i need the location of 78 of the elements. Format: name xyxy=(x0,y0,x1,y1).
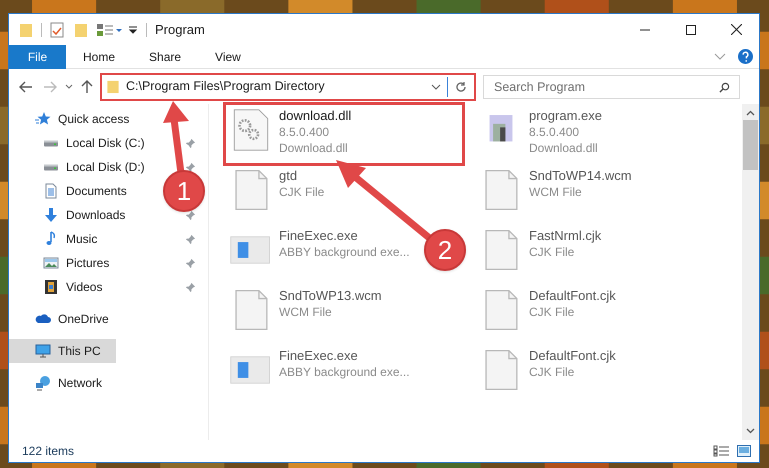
pin-icon[interactable] xyxy=(185,234,196,244)
search-field[interactable]: Search Program xyxy=(483,74,740,98)
sidebar-item[interactable]: Videos xyxy=(43,275,102,299)
address-bar[interactable]: C:\Program Files\Program Directory xyxy=(100,72,476,100)
file-detail: CJK File xyxy=(529,244,576,260)
drive-icon xyxy=(43,140,59,146)
file-name[interactable]: FineExec.exe xyxy=(279,228,410,244)
file-name[interactable]: DefaultFont.cjk xyxy=(529,348,616,364)
sidebar-item[interactable]: OneDrive xyxy=(35,307,109,331)
pin-icon[interactable] xyxy=(185,138,196,148)
pictures-icon xyxy=(43,255,59,271)
pin-icon[interactable] xyxy=(185,162,196,172)
document-icon xyxy=(43,183,59,199)
pin-icon[interactable] xyxy=(185,258,196,268)
sidebar-item[interactable]: Network xyxy=(35,371,102,395)
folder-icon xyxy=(106,79,120,94)
minimize-icon[interactable] xyxy=(640,28,650,30)
large-icons-view-icon[interactable] xyxy=(737,445,751,457)
ribbon-tab[interactable]: Share xyxy=(132,44,198,68)
close-icon[interactable] xyxy=(731,24,742,35)
pin-icon[interactable] xyxy=(185,282,196,292)
properties-icon[interactable] xyxy=(50,22,64,38)
file-name[interactable]: FastNrml.cjk xyxy=(529,228,602,244)
maximize-icon[interactable] xyxy=(686,24,696,34)
help-icon[interactable] xyxy=(738,49,753,64)
download-icon xyxy=(43,207,59,223)
scrollbar-thumb[interactable] xyxy=(743,120,758,170)
refresh-icon[interactable] xyxy=(455,80,467,92)
chevron-up-icon[interactable] xyxy=(746,110,755,116)
view-options-icon[interactable] xyxy=(96,22,122,36)
chevron-down-icon[interactable] xyxy=(431,84,441,90)
file-detail: ABBY background exe... xyxy=(279,244,410,260)
sidebar-item[interactable]: Pictures xyxy=(43,251,110,275)
dropdown-icon[interactable] xyxy=(128,24,138,34)
file-detail: WCM File xyxy=(279,304,333,320)
ribbon-tab[interactable]: View xyxy=(198,44,258,68)
monitor-icon xyxy=(35,343,51,359)
chevron-down-icon[interactable] xyxy=(746,428,755,434)
file-detail: ABBY background exe... xyxy=(279,364,410,380)
file-detail: CJK File xyxy=(529,364,576,380)
search-icon[interactable] xyxy=(719,82,730,92)
file-detail: CJK File xyxy=(529,304,576,320)
file-detail: 8.5.0.400 xyxy=(279,124,330,140)
pin-icon[interactable] xyxy=(185,210,196,220)
ribbon-tab[interactable]: File xyxy=(9,44,66,68)
file-detail: CJK File xyxy=(279,184,324,200)
file-name[interactable]: DefaultFont.cjk xyxy=(529,288,616,304)
sidebar-item[interactable]: Music xyxy=(43,227,98,251)
file-name[interactable]: program.exe xyxy=(529,108,602,124)
sidebar-item[interactable]: Local Disk (C:) xyxy=(43,131,145,155)
file-name[interactable]: FineExec.exe xyxy=(279,348,410,364)
address-path: C:\Program Files\Program Directory xyxy=(126,78,326,96)
sidebar-item[interactable]: This PC xyxy=(9,339,116,363)
network-icon xyxy=(35,375,51,391)
file-name[interactable]: SndToWP14.wcm xyxy=(529,168,632,184)
back-arrow-icon[interactable] xyxy=(19,80,33,92)
file-name[interactable]: SndToWP13.wcm xyxy=(279,288,382,304)
sidebar-item[interactable]: Quick access xyxy=(35,107,130,131)
sidebar-item[interactable]: Local Disk (D:) xyxy=(43,155,145,179)
up-arrow-icon[interactable] xyxy=(81,80,93,94)
star-icon xyxy=(35,111,51,127)
file-detail: WCM File xyxy=(529,184,583,200)
film-icon xyxy=(43,279,59,295)
drive-icon xyxy=(43,164,59,170)
sidebar-item[interactable]: Downloads xyxy=(43,203,126,227)
file-name[interactable]: gtd xyxy=(279,168,324,184)
file-name: download.dll xyxy=(279,108,352,124)
scrollbar[interactable] xyxy=(742,104,759,440)
file-detail: Download.dll xyxy=(529,140,599,156)
details-view-icon[interactable] xyxy=(713,445,729,457)
sidebar-item[interactable]: Documents xyxy=(43,179,127,203)
file-item[interactable]: download.dll 8.5.0.400 Download.dll xyxy=(225,104,463,164)
chevron-down-icon[interactable] xyxy=(65,84,73,90)
file-detail: 8.5.0.400 xyxy=(529,124,580,140)
file-detail: Download.dll xyxy=(279,140,349,156)
item-count: 122 items xyxy=(22,443,74,460)
ribbon-tab[interactable]: Home xyxy=(66,44,132,68)
window-title: Program xyxy=(155,20,205,39)
